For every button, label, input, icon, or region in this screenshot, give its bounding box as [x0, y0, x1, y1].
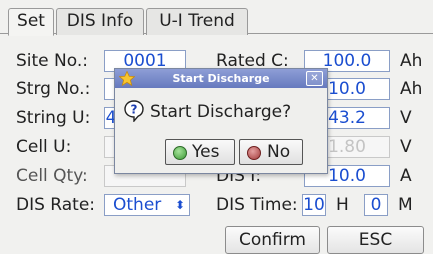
field-4-unit: V [400, 137, 412, 157]
no-icon [247, 146, 261, 160]
field-2-unit: Ah [400, 79, 423, 99]
no-label: No [267, 142, 291, 162]
question-icon: ? [124, 100, 144, 122]
dis-time-hours-unit: H [336, 195, 349, 215]
string-u-label: String U: [16, 108, 91, 128]
dialog-title-bar: Start Discharge [115, 69, 327, 88]
rated-c-unit: Ah [400, 51, 423, 71]
yes-icon [173, 146, 187, 160]
tab-dis-info[interactable]: DIS Info [56, 8, 144, 35]
no-button[interactable]: No [239, 139, 303, 165]
strg-no-label: Strg No.: [16, 79, 91, 99]
dialog-message: Start Discharge? [150, 102, 292, 122]
site-no-label: Site No.: [16, 51, 88, 71]
close-icon[interactable]: ✕ [306, 71, 323, 86]
dis-rate-select[interactable]: Other ⬍ [104, 194, 190, 216]
dis-time-label: DIS Time: [216, 195, 298, 215]
dis-time-minutes-unit: M [398, 195, 413, 215]
yes-button[interactable]: Yes [165, 139, 235, 165]
start-discharge-dialog: Start Discharge ✕ ? Start Discharge? Yes… [114, 68, 328, 174]
tab-set[interactable]: Set [8, 8, 54, 36]
dis-rate-label: DIS Rate: [16, 195, 96, 215]
svg-text:?: ? [131, 103, 138, 117]
dialog-title: Start Discharge [172, 72, 270, 85]
dis-time-minutes-field[interactable]: 0 [364, 194, 388, 216]
cell-u-label: Cell U: [16, 137, 72, 157]
tab-u-i-trend[interactable]: U-I Trend [146, 8, 248, 35]
select-arrow-icon: ⬍ [174, 198, 185, 212]
dis-rate-value: Other [113, 195, 162, 215]
yes-label: Yes [192, 142, 220, 162]
field-3-unit: V [400, 108, 412, 128]
dis-i-unit: A [400, 166, 412, 186]
dis-time-hours-field[interactable]: 10 [302, 194, 326, 216]
cell-qty-label: Cell Qty: [16, 166, 88, 186]
star-icon [119, 71, 135, 86]
